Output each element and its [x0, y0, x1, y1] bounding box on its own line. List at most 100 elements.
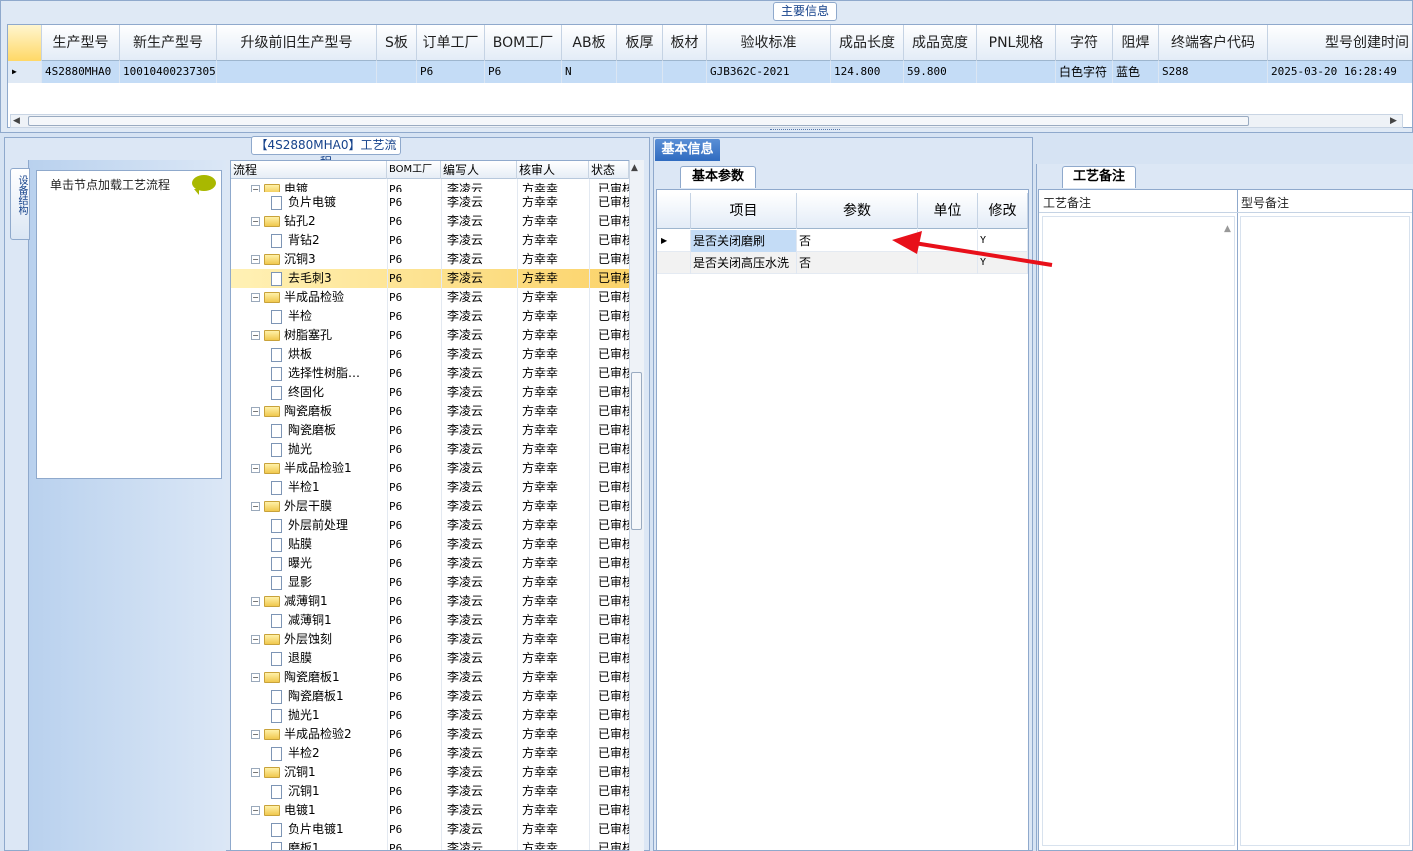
scroll-up-icon[interactable]: ▲ [631, 163, 638, 173]
sidebar-content[interactable] [36, 170, 222, 479]
tree-col-header[interactable]: 状态 [589, 161, 629, 179]
tree-node[interactable]: 负片电镀 [271, 193, 387, 212]
tree-node[interactable]: 抛光 [271, 440, 387, 459]
tree-node[interactable]: 磨板1 [271, 839, 387, 850]
tree-row[interactable]: 曝光P6李凌云方幸幸已审核 [231, 554, 629, 573]
col-header[interactable]: 生产型号 [42, 25, 120, 61]
collapse-icon[interactable]: − [251, 331, 260, 340]
tree-row[interactable]: −陶瓷磨板1P6李凌云方幸幸已审核 [231, 668, 629, 687]
collapse-icon[interactable]: − [251, 293, 260, 302]
tree-node[interactable]: − 电镀1 [251, 801, 387, 820]
tree-node[interactable]: 半检1 [271, 478, 387, 497]
tree-node[interactable]: 陶瓷磨板 [271, 421, 387, 440]
tree-node[interactable]: − 钻孔2 [251, 212, 387, 231]
scroll-up-icon[interactable]: ▲ [1224, 224, 1231, 234]
tree-node[interactable]: 显影 [271, 573, 387, 592]
tree-row[interactable]: 磨板1P6李凌云方幸幸已审核 [231, 839, 629, 850]
process-tree[interactable]: 流程BOM工厂编写人核审人状态 −电镀P6李凌云方幸幸已审核负片电镀P6李凌云方… [230, 160, 644, 851]
tree-row[interactable]: −半成品检验2P6李凌云方幸幸已审核 [231, 725, 629, 744]
tree-row[interactable]: −树脂塞孔P6李凌云方幸幸已审核 [231, 326, 629, 345]
tree-row[interactable]: 减薄铜1P6李凌云方幸幸已审核 [231, 611, 629, 630]
side-tab-equipment[interactable]: 设备结构 [10, 168, 30, 240]
tree-node[interactable]: 退膜 [271, 649, 387, 668]
tree-node[interactable]: 外层前处理 [271, 516, 387, 535]
tree-node[interactable]: − 外层干膜 [251, 497, 387, 516]
main-info-grid[interactable]: 生产型号 新生产型号 升级前旧生产型号 S板 订单工厂 BOM工厂 AB板 板厚 板材 验收标准成… [7, 24, 1413, 128]
tree-row[interactable]: 半检P6李凌云方幸幸已审核 [231, 307, 629, 326]
col-header[interactable]: BOM工厂 [485, 25, 562, 61]
col-header[interactable]: S板 [377, 25, 417, 61]
tree-col-header[interactable]: 流程 [231, 161, 387, 179]
col-header[interactable]: 字符 [1056, 25, 1113, 61]
tree-node[interactable]: − 陶瓷磨板 [251, 402, 387, 421]
tree-row[interactable]: −外层干膜P6李凌云方幸幸已审核 [231, 497, 629, 516]
tree-node[interactable]: 贴膜 [271, 535, 387, 554]
tree-col-header[interactable]: 核审人 [517, 161, 589, 179]
scroll-right-icon[interactable]: ▶ [1390, 116, 1397, 126]
tree-row[interactable]: 半检1P6李凌云方幸幸已审核 [231, 478, 629, 497]
scroll-left-icon[interactable]: ◀ [13, 116, 20, 126]
tree-col-header[interactable]: 编写人 [441, 161, 517, 179]
tree-row[interactable]: 抛光1P6李凌云方幸幸已审核 [231, 706, 629, 725]
tree-row[interactable]: 半检2P6李凌云方幸幸已审核 [231, 744, 629, 763]
col-header[interactable]: PNL规格 [977, 25, 1056, 61]
tree-row[interactable]: 抛光P6李凌云方幸幸已审核 [231, 440, 629, 459]
tree-node[interactable]: − 沉铜3 [251, 250, 387, 269]
collapse-icon[interactable]: − [251, 597, 260, 606]
tree-row[interactable]: −钻孔2P6李凌云方幸幸已审核 [231, 212, 629, 231]
tree-row[interactable]: 陶瓷磨板1P6李凌云方幸幸已审核 [231, 687, 629, 706]
col-header[interactable]: 升级前旧生产型号 [217, 25, 377, 61]
tab-basic-params[interactable]: 基本参数 [680, 166, 756, 188]
tab-process-remark[interactable]: 工艺备注 [1062, 166, 1136, 188]
tree-row[interactable]: 退膜P6李凌云方幸幸已审核 [231, 649, 629, 668]
tree-node[interactable]: 负片电镀1 [271, 820, 387, 839]
tree-row[interactable]: 沉铜1P6李凌云方幸幸已审核 [231, 782, 629, 801]
tree-row[interactable]: −沉铜3P6李凌云方幸幸已审核 [231, 250, 629, 269]
col-header[interactable]: AB板 [562, 25, 617, 61]
col-header[interactable]: 型号创建时间 [1268, 25, 1412, 61]
process-remark-input[interactable] [1042, 216, 1235, 846]
collapse-icon[interactable]: − [251, 185, 260, 192]
tree-row[interactable]: 显影P6李凌云方幸幸已审核 [231, 573, 629, 592]
collapse-icon[interactable]: − [251, 673, 260, 682]
col-header[interactable]: 成品宽度 [904, 25, 977, 61]
collapse-icon[interactable]: − [251, 502, 260, 511]
col-header[interactable]: 阻焊 [1113, 25, 1159, 61]
tree-node[interactable]: − 减薄铜1 [251, 592, 387, 611]
tree-node[interactable]: − 外层蚀刻 [251, 630, 387, 649]
tree-node[interactable]: 半检2 [271, 744, 387, 763]
param-grid[interactable]: 项目 参数 单位 修改 ▶ 是否关闭磨刷 否 Y 是否关闭高压水洗 否 Y [656, 189, 1029, 851]
collapse-icon[interactable]: − [251, 255, 260, 264]
collapse-icon[interactable]: − [251, 217, 260, 226]
tree-row[interactable]: 负片电镀P6李凌云方幸幸已审核 [231, 193, 629, 212]
col-header[interactable]: 订单工厂 [417, 25, 485, 61]
tree-node[interactable]: 减薄铜1 [271, 611, 387, 630]
tree-node[interactable]: − 树脂塞孔 [251, 326, 387, 345]
collapse-icon[interactable]: − [251, 464, 260, 473]
col-header[interactable]: 新生产型号 [120, 25, 217, 61]
collapse-icon[interactable]: − [251, 806, 260, 815]
tree-row[interactable]: −半成品检验P6李凌云方幸幸已审核 [231, 288, 629, 307]
collapse-icon[interactable]: − [251, 730, 260, 739]
tree-node[interactable]: − 沉铜1 [251, 763, 387, 782]
tree-node[interactable]: 选择性树脂… [271, 364, 387, 383]
col-header[interactable]: 板材 [663, 25, 707, 61]
tree-row[interactable]: −电镀P6李凌云方幸幸已审核 [231, 180, 629, 192]
tree-row[interactable]: 背钻2P6李凌云方幸幸已审核 [231, 231, 629, 250]
tree-node[interactable]: 陶瓷磨板1 [271, 687, 387, 706]
tree-row[interactable]: −外层蚀刻P6李凌云方幸幸已审核 [231, 630, 629, 649]
tree-row[interactable]: −半成品检验1P6李凌云方幸幸已审核 [231, 459, 629, 478]
col-header[interactable]: 成品长度 [831, 25, 904, 61]
tree-row[interactable]: 外层前处理P6李凌云方幸幸已审核 [231, 516, 629, 535]
tab-basic-info[interactable]: 基本信息 [655, 139, 720, 161]
model-remark-input[interactable] [1240, 216, 1410, 846]
table-row[interactable]: ▶ 4S2880MHA0 10010400237305 P6 P6 N GJB362C-20… [8, 61, 1412, 83]
tree-node[interactable]: 曝光 [271, 554, 387, 573]
tree-row[interactable]: 选择性树脂…P6李凌云方幸幸已审核 [231, 364, 629, 383]
tree-node[interactable]: 终固化 [271, 383, 387, 402]
tree-node[interactable]: 沉铜1 [271, 782, 387, 801]
tree-row[interactable]: 去毛刺3P6李凌云方幸幸已审核 [231, 269, 629, 288]
collapse-icon[interactable]: − [251, 635, 260, 644]
tree-row[interactable]: −沉铜1P6李凌云方幸幸已审核 [231, 763, 629, 782]
tree-row[interactable]: 陶瓷磨板P6李凌云方幸幸已审核 [231, 421, 629, 440]
